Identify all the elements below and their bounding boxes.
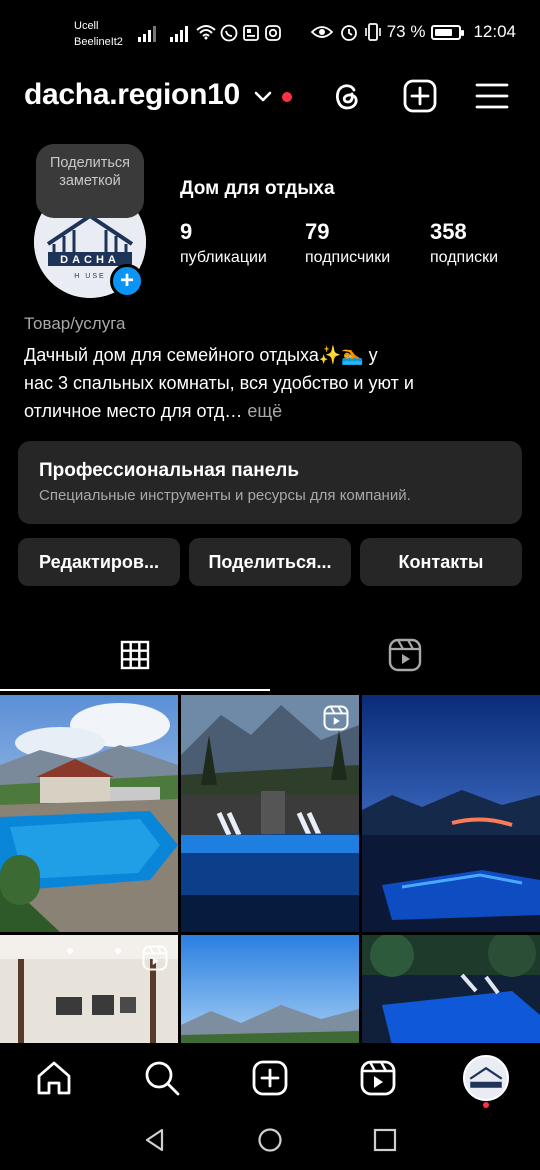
post-image-pool-night	[362, 695, 540, 932]
wifi-icon	[196, 25, 216, 40]
carrier-2: BeelineIt2	[74, 36, 123, 48]
post-thumbnail[interactable]	[362, 935, 540, 1045]
battery-icon	[431, 24, 465, 40]
stat-following-count: 358	[430, 219, 467, 244]
home-icon[interactable]	[35, 1059, 73, 1097]
carrier-1: Ucell	[74, 20, 99, 32]
pro-panel-subtitle: Специальные инструменты и ресурсы для ко…	[39, 487, 411, 504]
post-thumbnail[interactable]	[181, 935, 359, 1045]
reels-nav-icon[interactable]	[359, 1059, 397, 1097]
chevron-down-icon[interactable]	[254, 88, 272, 106]
post-image-pool-night-2	[362, 935, 540, 1045]
vibrate-icon	[364, 23, 381, 41]
eye-icon	[310, 26, 333, 38]
posts-grid	[0, 695, 540, 1045]
status-bar: Ucell BeelineIt2 73 % 12:04	[0, 0, 540, 62]
profile-category: Товар/услуга	[24, 314, 126, 333]
reels-icon	[388, 638, 422, 672]
profile-notification-dot	[483, 1102, 489, 1108]
tab-posts-grid[interactable]	[0, 618, 270, 692]
post-thumbnail[interactable]	[0, 935, 178, 1045]
bio-line: нас 3 спальных комнаты, вся удобство и у…	[24, 373, 414, 393]
signal-icon	[138, 26, 156, 42]
profile-display-name: Дом для отдыха	[180, 178, 335, 199]
share-note-bubble[interactable]: Поделиться заметкой	[36, 144, 144, 218]
contacts-button[interactable]: Контакты	[360, 538, 522, 586]
menu-icon[interactable]	[474, 78, 510, 114]
post-thumbnail[interactable]	[0, 695, 178, 932]
stat-posts-label: публикации	[180, 249, 267, 266]
reel-badge-icon	[323, 705, 349, 731]
post-thumbnail[interactable]	[181, 695, 359, 932]
tab-reels[interactable]	[270, 618, 540, 692]
professional-dashboard[interactable]: Профессиональная панель Специальные инст…	[18, 441, 522, 524]
instagram-icon	[265, 25, 281, 41]
home-button-icon[interactable]	[257, 1127, 283, 1153]
stat-following[interactable]: 358 подписки	[430, 218, 498, 270]
profile-bio: Дачный дом для семейного отдыха✨🏊 у нас …	[24, 341, 504, 425]
stat-posts[interactable]: 9 публикации	[180, 218, 267, 270]
news-icon	[243, 25, 259, 41]
logo-subtext: H USE	[74, 273, 105, 280]
add-story-button[interactable]: +	[110, 264, 144, 298]
status-right: 73 % 12:04	[310, 22, 516, 42]
bottom-navigation	[0, 1043, 540, 1113]
post-image-pool-day	[0, 695, 178, 932]
post-image-sky	[181, 935, 359, 1045]
profile-nav-avatar[interactable]	[463, 1055, 509, 1101]
logo-text: DACHA	[60, 254, 120, 266]
notification-dot	[282, 92, 292, 102]
whatsapp-icon	[220, 24, 238, 42]
recents-icon[interactable]	[372, 1127, 398, 1153]
bio-line-text: отличное место для отд…	[24, 401, 243, 421]
stat-posts-count: 9	[180, 219, 193, 244]
signal-icon-2	[170, 26, 188, 42]
bio-line: отличное место для отд… ещё	[24, 397, 504, 425]
grid-icon	[120, 640, 150, 670]
back-icon[interactable]	[142, 1127, 168, 1153]
stat-followers[interactable]: 79 подписчики	[305, 218, 390, 270]
create-post-icon[interactable]	[402, 78, 438, 114]
battery-percent: 73 %	[386, 22, 426, 41]
battery-fill	[435, 28, 452, 36]
search-icon[interactable]	[143, 1059, 181, 1097]
pro-panel-title: Профессиональная панель	[39, 460, 300, 481]
alarm-icon	[340, 25, 357, 41]
account-switcher-username[interactable]: dacha.region10	[24, 78, 240, 112]
threads-icon[interactable]	[329, 78, 365, 114]
notification-icons	[196, 24, 282, 42]
profile-avatar-icon	[465, 1057, 507, 1099]
reel-badge-icon	[142, 945, 168, 971]
carrier-info: Ucell BeelineIt2	[74, 18, 123, 50]
system-navigation-bar	[0, 1113, 540, 1170]
stat-following-label: подписки	[430, 249, 499, 266]
profile-header: dacha.region10	[0, 70, 540, 124]
share-profile-button[interactable]: Поделиться...	[189, 538, 351, 586]
stat-followers-label: подписчики	[305, 249, 391, 266]
bio-more-link[interactable]: ещё	[242, 401, 282, 421]
edit-profile-button[interactable]: Редактиров...	[18, 538, 180, 586]
create-icon[interactable]	[251, 1059, 289, 1097]
post-thumbnail[interactable]	[362, 695, 540, 932]
bio-line: Дачный дом для семейного отдыха✨🏊 у	[24, 345, 378, 365]
stat-followers-count: 79	[305, 219, 330, 244]
clock: 12:04	[473, 22, 516, 41]
active-tab-indicator	[0, 689, 270, 691]
